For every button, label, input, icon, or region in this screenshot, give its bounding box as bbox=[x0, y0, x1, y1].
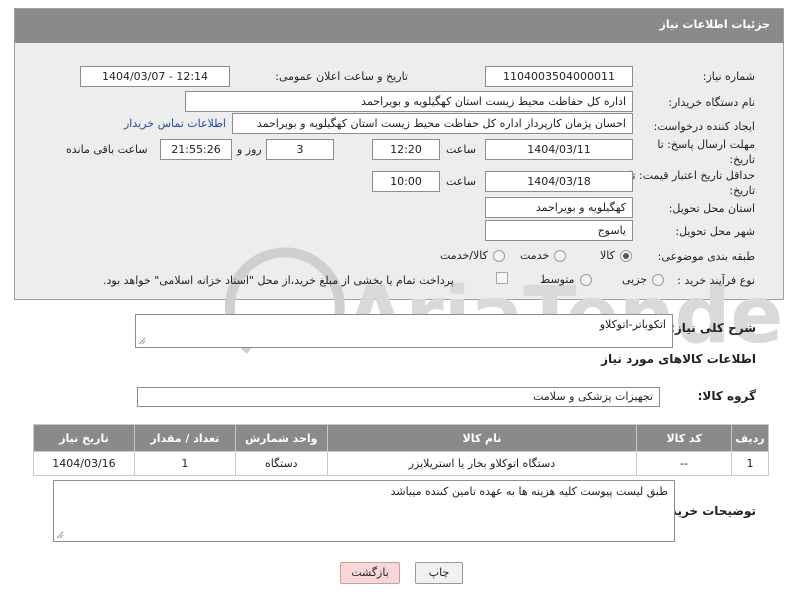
days-field: 3 bbox=[266, 139, 334, 160]
radio-icon bbox=[619, 249, 632, 262]
price-validity-date-field: 1404/03/18 bbox=[485, 171, 633, 192]
treasury-payment-note: پرداخت تمام یا بخشی از مبلغ خرید،از محل … bbox=[103, 274, 454, 287]
price-validity-label: حداقل تاریخ اعتبار قیمت: تا تاریخ: bbox=[629, 169, 755, 197]
resize-handle-icon[interactable] bbox=[138, 337, 146, 345]
reply-time-label: ساعت bbox=[446, 143, 476, 156]
radio-icon bbox=[554, 249, 567, 262]
delivery-province-label: استان محل تحویل: bbox=[668, 202, 755, 215]
category-option-goods-service[interactable]: کالا/خدمت bbox=[440, 249, 505, 262]
treasury-payment-checkbox[interactable] bbox=[496, 272, 508, 284]
reply-time-field: 12:20 bbox=[372, 139, 440, 160]
goods-group-field: تجهیزات پزشکی و سلامت bbox=[137, 387, 660, 407]
purchase-type-label: نوع فرآیند خرید : bbox=[677, 274, 755, 287]
category-option-service[interactable]: خدمت bbox=[520, 249, 567, 262]
cell-row-number: 1 bbox=[731, 451, 769, 476]
announce-date-field: 1404/03/07 - 12:14 bbox=[80, 66, 230, 87]
reply-deadline-label: مهلت ارسال پاسخ: تا تاریخ: bbox=[657, 138, 755, 166]
need-number-label: شماره نیاز: bbox=[702, 70, 755, 83]
column-header-unit: واحد شمارش bbox=[234, 424, 328, 452]
purchase-option-minor[interactable]: جزیی bbox=[622, 273, 665, 286]
column-header-row-number: ردیف bbox=[731, 424, 769, 452]
price-validity-time-label: ساعت bbox=[446, 175, 476, 188]
table-row: 1 -- دستگاه اتوکلاو بخار یا استریلایزر د… bbox=[33, 451, 769, 476]
category-label: طبقه بندی موضوعی: bbox=[657, 250, 755, 263]
description-label: شرح کلی نیاز: bbox=[670, 321, 756, 335]
cell-need-date: 1404/03/16 bbox=[33, 451, 135, 476]
buyer-org-label: نام دستگاه خریدار: bbox=[668, 96, 755, 109]
delivery-city-field: یاسوج bbox=[485, 220, 633, 241]
remaining-label: ساعت باقی مانده bbox=[66, 143, 148, 156]
price-validity-time-field: 10:00 bbox=[372, 171, 440, 192]
goods-table: ردیف کد کالا نام کالا واحد شمارش تعداد /… bbox=[33, 424, 769, 476]
need-number-field: 1104003504000011 bbox=[485, 66, 633, 87]
cell-unit: دستگاه bbox=[234, 451, 328, 476]
goods-info-title: اطلاعات کالاهای مورد نیاز bbox=[601, 352, 756, 366]
category-option-goods[interactable]: کالا bbox=[600, 249, 632, 262]
creator-field: احسان پژمان کارپرداز اداره کل حفاظت محیط… bbox=[232, 113, 633, 134]
radio-icon bbox=[652, 273, 665, 286]
buyer-org-field: اداره کل حفاظت محیط زیست استان کهگیلویه … bbox=[185, 91, 633, 112]
radio-icon bbox=[492, 249, 505, 262]
announce-date-label: تاریخ و ساعت اعلان عمومی: bbox=[275, 70, 408, 83]
table-header-row: ردیف کد کالا نام کالا واحد شمارش تعداد /… bbox=[33, 424, 769, 452]
cell-quantity: 1 bbox=[133, 451, 236, 476]
remaining-time-field: 21:55:26 bbox=[160, 139, 232, 160]
buyer-notes-field: طبق لیست پیوست کلیه هزینه ها به عهده تام… bbox=[53, 480, 675, 542]
column-header-item-name: نام کالا bbox=[326, 424, 638, 452]
radio-icon bbox=[579, 273, 592, 286]
column-header-item-code: کد کالا bbox=[636, 424, 733, 452]
purchase-option-medium[interactable]: متوسط bbox=[540, 273, 592, 286]
description-field: اتکوباتر-اتوکلاو bbox=[135, 314, 673, 348]
back-button[interactable]: بازگشت bbox=[340, 562, 400, 584]
print-button[interactable]: چاپ bbox=[415, 562, 463, 584]
reply-date-field: 1404/03/11 bbox=[485, 139, 633, 160]
delivery-province-field: کهگیلویه و بویراحمد bbox=[485, 197, 633, 218]
column-header-need-date: تاریخ نیاز bbox=[33, 424, 135, 452]
days-label: روز و bbox=[237, 143, 262, 156]
buyer-contact-link[interactable]: اطلاعات تماس خریدار bbox=[124, 117, 226, 130]
page-title: جزئیات اطلاعات نیاز bbox=[659, 18, 771, 31]
creator-label: ایجاد کننده درخواست: bbox=[653, 120, 755, 133]
cell-item-name: دستگاه اتوکلاو بخار یا استریلایزر bbox=[326, 451, 638, 476]
delivery-city-label: شهر محل تحویل: bbox=[675, 225, 755, 238]
column-header-quantity: تعداد / مقدار bbox=[133, 424, 236, 452]
goods-group-label: گروه کالا: bbox=[697, 389, 756, 403]
resize-handle-icon[interactable] bbox=[56, 531, 64, 539]
cell-item-code: -- bbox=[636, 451, 733, 476]
